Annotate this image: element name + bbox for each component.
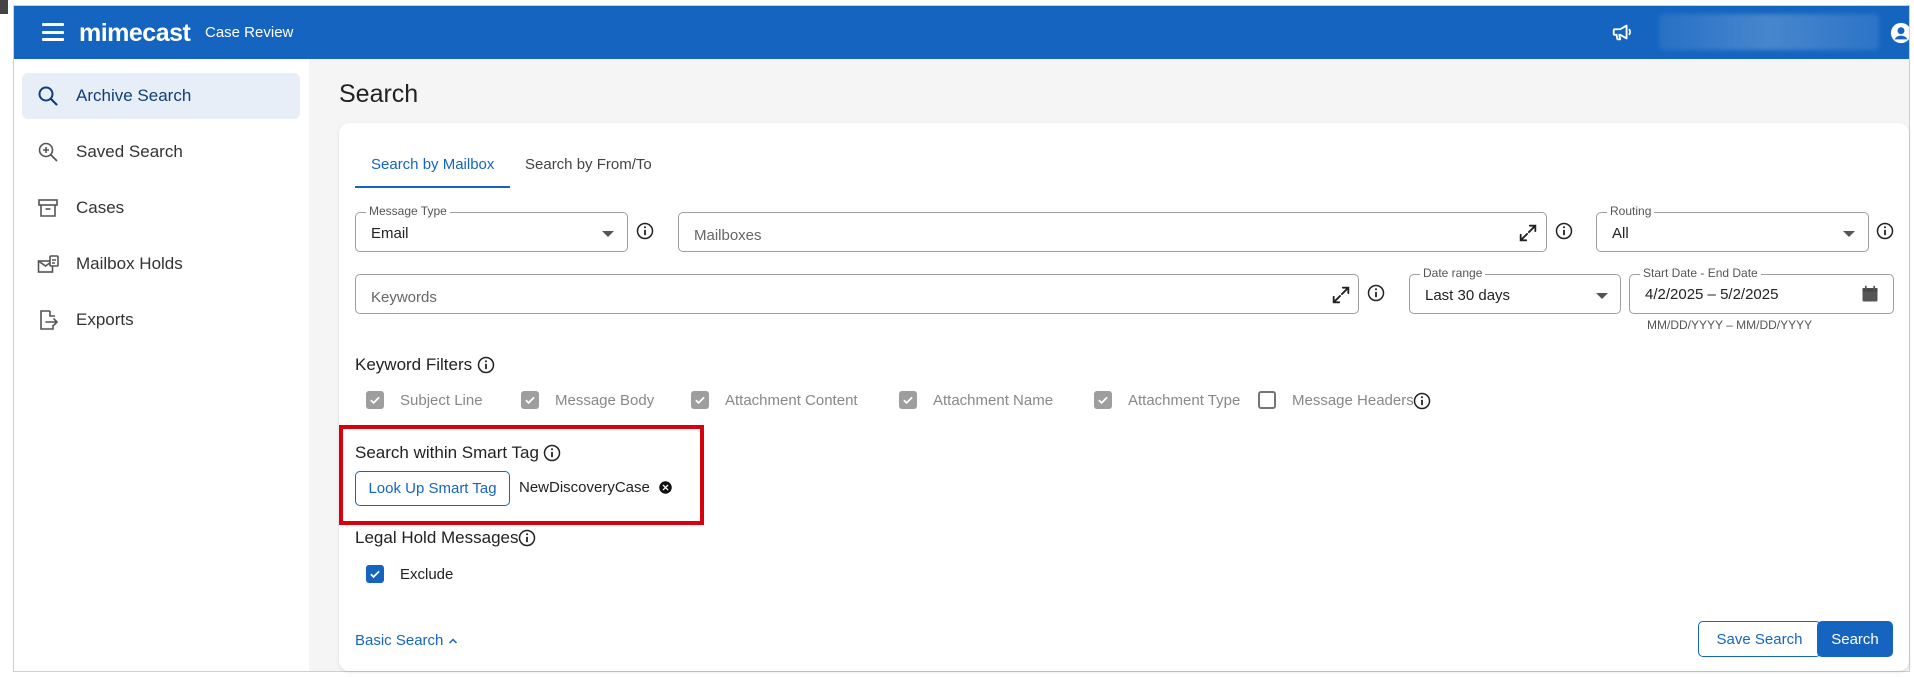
mailbox-hold-icon: [36, 252, 60, 276]
remove-tag-icon[interactable]: [658, 480, 673, 495]
filter-label: Attachment Name: [933, 391, 1054, 409]
tab-label: Search by From/To: [525, 156, 652, 173]
hamburger-menu-icon[interactable]: [42, 23, 64, 41]
archive-box-icon: [36, 196, 60, 220]
info-icon[interactable]: [636, 222, 654, 240]
filter-attachment-name[interactable]: Attachment Name: [899, 391, 1053, 409]
sidebar-item-label: Saved Search: [76, 142, 183, 161]
search-button[interactable]: Search: [1817, 621, 1893, 657]
info-icon[interactable]: [1413, 392, 1431, 410]
page-title: Search: [339, 80, 419, 108]
sidebar-item-label: Exports: [76, 310, 134, 329]
filter-attachment-content[interactable]: Attachment Content: [691, 391, 858, 409]
chevron-down-icon: [602, 231, 614, 237]
message-type-label: Message Type: [366, 204, 450, 218]
filter-label: Subject Line: [400, 391, 483, 409]
user-name-blurred: [1659, 14, 1879, 50]
expand-icon[interactable]: [1330, 284, 1352, 306]
chevron-up-icon: [449, 637, 458, 644]
date-range-select[interactable]: Date range Last 30 days: [1409, 266, 1621, 314]
megaphone-icon[interactable]: [1609, 21, 1635, 43]
legal-hold-exclude-option[interactable]: Exclude: [366, 565, 453, 583]
sidebar-item-label: Archive Search: [76, 86, 192, 105]
account-icon[interactable]: [1890, 22, 1910, 44]
filter-label: Message Headers: [1292, 391, 1414, 409]
keywords-input[interactable]: Keywords: [355, 274, 1359, 314]
keywords-placeholder: Keywords: [371, 289, 437, 306]
checkbox-checked[interactable]: [691, 391, 709, 409]
tab-search-by-from-to[interactable]: Search by From/To: [509, 152, 668, 182]
message-type-select[interactable]: Message Type Email: [355, 204, 628, 252]
export-icon: [36, 308, 60, 332]
sidebar-item-mailbox-holds[interactable]: Mailbox Holds: [22, 241, 300, 287]
checkbox-checked[interactable]: [521, 391, 539, 409]
basic-search-link[interactable]: Basic Search: [355, 632, 459, 649]
filter-label: Attachment Type: [1128, 391, 1241, 409]
checkbox-checked[interactable]: [366, 565, 384, 583]
expand-icon[interactable]: [1517, 222, 1539, 244]
legal-hold-title: Legal Hold Messages: [355, 528, 519, 547]
info-icon[interactable]: [518, 529, 536, 547]
info-icon[interactable]: [1367, 284, 1385, 302]
filter-message-headers[interactable]: Message Headers: [1258, 391, 1414, 409]
sidebar-item-saved-search[interactable]: Saved Search: [22, 129, 300, 175]
date-picker-value: 4/2/2025 – 5/2/2025: [1645, 286, 1779, 303]
checkbox-checked[interactable]: [366, 391, 384, 409]
legal-hold-exclude-label: Exclude: [400, 565, 454, 583]
sidebar-item-label: Mailbox Holds: [76, 254, 183, 273]
sidebar: Archive Search Saved Search Cases Mailbo…: [14, 59, 309, 671]
checkbox-checked[interactable]: [1094, 391, 1112, 409]
sidebar-item-exports[interactable]: Exports: [22, 297, 300, 343]
selected-smart-tag-chip: NewDiscoveryCase: [519, 479, 673, 496]
filter-attachment-type[interactable]: Attachment Type: [1094, 391, 1240, 409]
smart-tag-title: Search within Smart Tag: [355, 443, 539, 462]
info-icon[interactable]: [543, 444, 561, 462]
date-picker-label: Start Date - End Date: [1640, 266, 1761, 280]
keyword-filters-title: Keyword Filters: [355, 355, 473, 374]
brand-logo: mimecast: [79, 19, 191, 47]
sidebar-item-archive-search[interactable]: Archive Search: [22, 73, 300, 119]
calendar-icon[interactable]: [1860, 284, 1880, 304]
chevron-down-icon: [1596, 293, 1608, 299]
info-icon[interactable]: [1876, 222, 1894, 240]
checkbox-checked[interactable]: [899, 391, 917, 409]
checkbox-unchecked[interactable]: [1258, 391, 1276, 409]
search-icon: [36, 84, 60, 108]
mailboxes-input[interactable]: Mailboxes: [678, 212, 1547, 252]
save-search-button[interactable]: Save Search: [1698, 621, 1821, 657]
routing-label: Routing: [1607, 204, 1655, 218]
info-icon[interactable]: [1555, 222, 1573, 240]
smart-tag-value: NewDiscoveryCase: [519, 479, 650, 496]
tab-label: Search by Mailbox: [371, 156, 495, 173]
routing-value: All: [1612, 225, 1629, 242]
mailboxes-placeholder: Mailboxes: [694, 227, 762, 244]
message-type-value: Email: [371, 225, 409, 242]
info-icon[interactable]: [477, 356, 495, 374]
chevron-down-icon: [1843, 231, 1855, 237]
date-range-value: Last 30 days: [1425, 287, 1511, 304]
tab-search-by-mailbox[interactable]: Search by Mailbox: [355, 152, 511, 188]
filter-subject-line[interactable]: Subject Line: [366, 391, 483, 409]
window-corner-mark: [0, 0, 8, 14]
zoom-plus-icon: [36, 140, 60, 164]
top-bar: mimecast Case Review: [14, 6, 1909, 59]
date-picker-input[interactable]: Start Date - End Date 4/2/2025 – 5/2/202…: [1629, 266, 1894, 314]
look-up-smart-tag-button[interactable]: Look Up Smart Tag: [355, 471, 510, 506]
routing-select[interactable]: Routing All: [1596, 204, 1869, 252]
sidebar-item-label: Cases: [76, 198, 125, 217]
product-name: Case Review: [205, 24, 294, 41]
basic-search-label: Basic Search: [355, 632, 444, 649]
filter-label: Message Body: [555, 391, 655, 409]
filter-message-body[interactable]: Message Body: [521, 391, 654, 409]
filter-label: Attachment Content: [725, 391, 858, 409]
sidebar-item-cases[interactable]: Cases: [22, 185, 300, 231]
date-format-hint: MM/DD/YYYY – MM/DD/YYYY: [1647, 318, 1813, 332]
date-range-label: Date range: [1420, 266, 1486, 280]
